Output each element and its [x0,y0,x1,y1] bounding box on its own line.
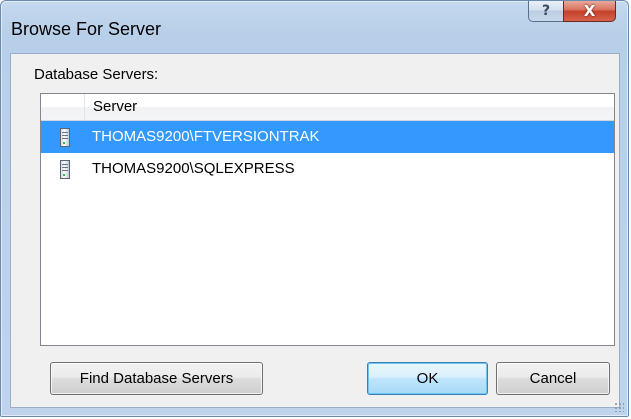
server-icon [60,160,70,179]
dialog-title: Browse For Server [11,19,162,39]
server-name: THOMAS9200\SQLEXPRESS [92,160,295,177]
browse-for-server-dialog: Browse For Server ? X Database Servers: … [0,0,629,417]
server-list[interactable]: Server THOMAS9200\FTVERSIONTRAK THOMAS92… [40,93,615,346]
server-column-header[interactable]: Server [85,94,615,120]
server-icon [60,128,70,147]
help-button[interactable]: ? [528,1,564,22]
resize-grip-icon[interactable] [614,402,624,412]
list-header: Server [41,94,614,121]
cancel-button[interactable]: Cancel [496,362,610,395]
ok-button[interactable]: OK [367,362,488,395]
database-servers-label: Database Servers: [34,66,159,83]
find-database-servers-button[interactable]: Find Database Servers [50,362,263,395]
help-icon: ? [541,3,551,19]
server-name: THOMAS9200\FTVERSIONTRAK [92,128,320,145]
close-icon: X [583,2,596,20]
icon-column-header[interactable] [41,94,85,120]
close-button[interactable]: X [563,1,616,22]
server-row-ftversiontrak[interactable]: THOMAS9200\FTVERSIONTRAK [41,121,614,153]
server-row-sqlexpress[interactable]: THOMAS9200\SQLEXPRESS [41,153,614,185]
title-bar[interactable]: Browse For Server ? X [1,1,628,53]
